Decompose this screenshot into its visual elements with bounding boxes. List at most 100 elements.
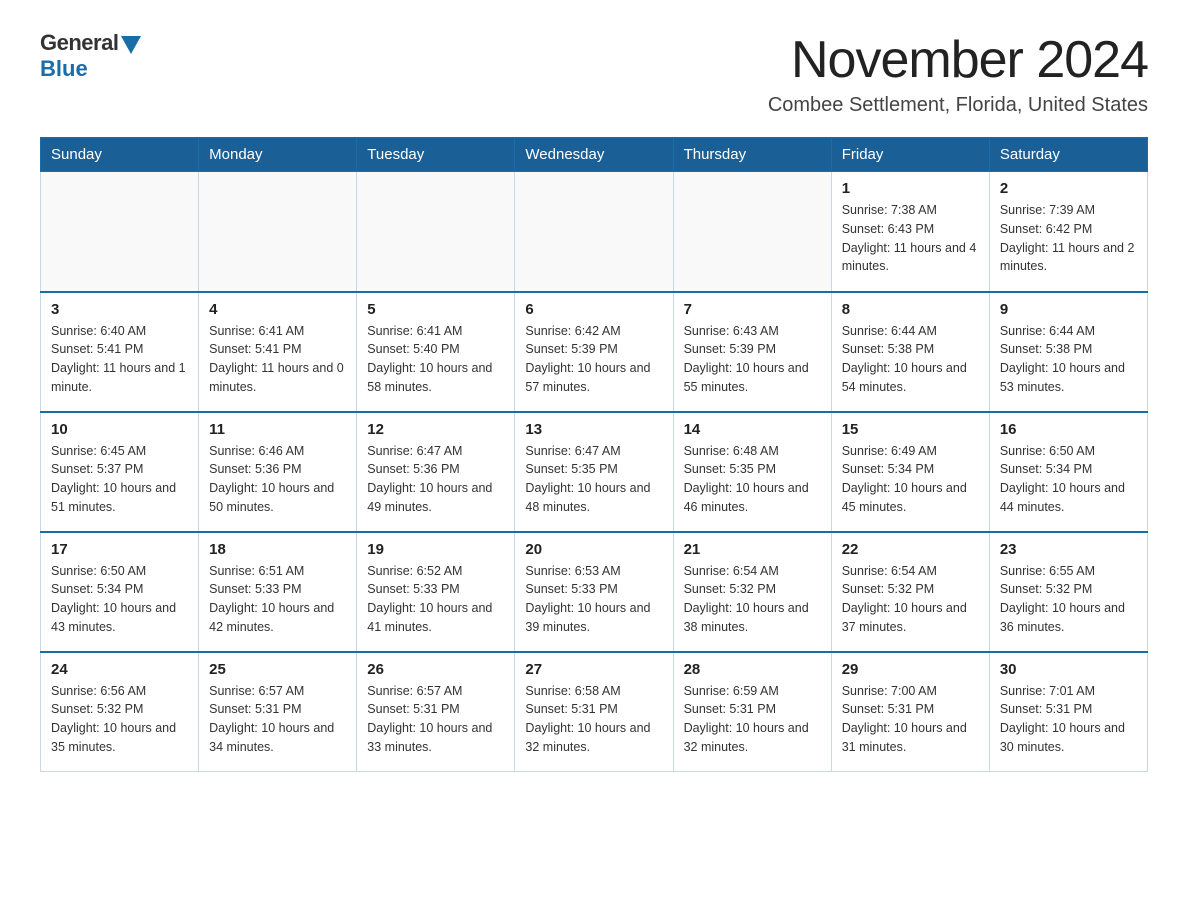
day-number: 5 [367, 301, 504, 318]
calendar-week-row: 24 Sunrise: 6:56 AM Sunset: 5:32 PM Dayli… [41, 652, 1148, 772]
calendar-cell: 8 Sunrise: 6:44 AM Sunset: 5:38 PM Daylig… [831, 292, 989, 412]
day-number: 23 [1000, 541, 1137, 558]
day-info: Sunrise: 6:51 AM Sunset: 5:33 PM Dayligh… [209, 562, 346, 637]
day-info: Sunrise: 6:47 AM Sunset: 5:35 PM Dayligh… [525, 442, 662, 517]
day-number: 22 [842, 541, 979, 558]
day-number: 20 [525, 541, 662, 558]
day-info: Sunrise: 6:52 AM Sunset: 5:33 PM Dayligh… [367, 562, 504, 637]
day-number: 19 [367, 541, 504, 558]
calendar-cell: 21 Sunrise: 6:54 AM Sunset: 5:32 PM Dayli… [673, 532, 831, 652]
calendar-week-row: 10 Sunrise: 6:45 AM Sunset: 5:37 PM Dayli… [41, 412, 1148, 532]
calendar-cell [199, 172, 357, 292]
day-info: Sunrise: 6:44 AM Sunset: 5:38 PM Dayligh… [1000, 322, 1137, 397]
logo-triangle-icon [121, 36, 141, 54]
day-number: 9 [1000, 301, 1137, 318]
day-info: Sunrise: 6:42 AM Sunset: 5:39 PM Dayligh… [525, 322, 662, 397]
day-info: Sunrise: 6:55 AM Sunset: 5:32 PM Dayligh… [1000, 562, 1137, 637]
calendar-cell: 14 Sunrise: 6:48 AM Sunset: 5:35 PM Dayli… [673, 412, 831, 532]
calendar-cell: 23 Sunrise: 6:55 AM Sunset: 5:32 PM Dayli… [989, 532, 1147, 652]
day-number: 27 [525, 661, 662, 678]
logo-blue-text: Blue [40, 56, 88, 82]
calendar-cell: 7Sunrise: 6:43 AM Sunset: 5:39 PM Daylig… [673, 292, 831, 412]
calendar-cell: 25Sunrise: 6:57 AM Sunset: 5:31 PM Dayli… [199, 652, 357, 772]
day-number: 21 [684, 541, 821, 558]
calendar-week-row: 1Sunrise: 7:38 AM Sunset: 6:43 PM Daylig… [41, 172, 1148, 292]
calendar-week-row: 17 Sunrise: 6:50 AM Sunset: 5:34 PM Dayli… [41, 532, 1148, 652]
day-number: 26 [367, 661, 504, 678]
day-number: 3 [51, 301, 188, 318]
day-info: Sunrise: 6:46 AM Sunset: 5:36 PM Dayligh… [209, 442, 346, 517]
day-info: Sunrise: 6:41 AM Sunset: 5:41 PM Dayligh… [209, 322, 346, 397]
calendar-cell [673, 172, 831, 292]
day-info: Sunrise: 6:49 AM Sunset: 5:34 PM Dayligh… [842, 442, 979, 517]
day-of-week-header: Thursday [673, 138, 831, 172]
day-info: Sunrise: 6:48 AM Sunset: 5:35 PM Dayligh… [684, 442, 821, 517]
calendar-cell: 29 Sunrise: 7:00 AM Sunset: 5:31 PM Dayli… [831, 652, 989, 772]
day-info: Sunrise: 6:53 AM Sunset: 5:33 PM Dayligh… [525, 562, 662, 637]
day-of-week-header: Tuesday [357, 138, 515, 172]
calendar-cell [41, 172, 199, 292]
calendar-cell: 16Sunrise: 6:50 AM Sunset: 5:34 PM Dayli… [989, 412, 1147, 532]
day-number: 29 [842, 661, 979, 678]
logo-general-text: General [40, 30, 118, 56]
day-number: 28 [684, 661, 821, 678]
calendar-cell: 11 Sunrise: 6:46 AM Sunset: 5:36 PM Dayli… [199, 412, 357, 532]
day-of-week-header: Monday [199, 138, 357, 172]
day-info: Sunrise: 6:56 AM Sunset: 5:32 PM Dayligh… [51, 682, 188, 757]
day-info: Sunrise: 6:54 AM Sunset: 5:32 PM Dayligh… [842, 562, 979, 637]
day-info: Sunrise: 6:40 AM Sunset: 5:41 PM Dayligh… [51, 322, 188, 397]
day-info: Sunrise: 6:57 AM Sunset: 5:31 PM Dayligh… [209, 682, 346, 757]
day-number: 4 [209, 301, 346, 318]
day-number: 10 [51, 421, 188, 438]
day-info: Sunrise: 6:59 AM Sunset: 5:31 PM Dayligh… [684, 682, 821, 757]
calendar-cell: 22 Sunrise: 6:54 AM Sunset: 5:32 PM Dayli… [831, 532, 989, 652]
calendar-cell: 2Sunrise: 7:39 AM Sunset: 6:42 PM Daylig… [989, 172, 1147, 292]
calendar-cell: 24 Sunrise: 6:56 AM Sunset: 5:32 PM Dayli… [41, 652, 199, 772]
calendar-cell: 30 Sunrise: 7:01 AM Sunset: 5:31 PM Dayli… [989, 652, 1147, 772]
day-number: 1 [842, 180, 979, 197]
day-number: 24 [51, 661, 188, 678]
calendar-cell: 26 Sunrise: 6:57 AM Sunset: 5:31 PM Dayli… [357, 652, 515, 772]
day-info: Sunrise: 6:44 AM Sunset: 5:38 PM Dayligh… [842, 322, 979, 397]
day-info: Sunrise: 6:58 AM Sunset: 5:31 PM Dayligh… [525, 682, 662, 757]
calendar-cell: 1Sunrise: 7:38 AM Sunset: 6:43 PM Daylig… [831, 172, 989, 292]
day-of-week-header: Friday [831, 138, 989, 172]
calendar-week-row: 3 Sunrise: 6:40 AM Sunset: 5:41 PM Daylig… [41, 292, 1148, 412]
day-number: 8 [842, 301, 979, 318]
calendar-cell: 5 Sunrise: 6:41 AM Sunset: 5:40 PM Daylig… [357, 292, 515, 412]
calendar-cell [357, 172, 515, 292]
calendar-cell: 15Sunrise: 6:49 AM Sunset: 5:34 PM Dayli… [831, 412, 989, 532]
day-info: Sunrise: 6:43 AM Sunset: 5:39 PM Dayligh… [684, 322, 821, 397]
calendar-cell: 12Sunrise: 6:47 AM Sunset: 5:36 PM Dayli… [357, 412, 515, 532]
page-header: General Blue November 2024 Combee Settle… [40, 30, 1148, 117]
logo: General Blue [40, 30, 141, 82]
calendar-cell: 20 Sunrise: 6:53 AM Sunset: 5:33 PM Dayli… [515, 532, 673, 652]
calendar-cell [515, 172, 673, 292]
day-number: 17 [51, 541, 188, 558]
day-info: Sunrise: 7:00 AM Sunset: 5:31 PM Dayligh… [842, 682, 979, 757]
calendar-header-row: SundayMondayTuesdayWednesdayThursdayFrid… [41, 138, 1148, 172]
day-info: Sunrise: 6:50 AM Sunset: 5:34 PM Dayligh… [1000, 442, 1137, 517]
day-info: Sunrise: 7:01 AM Sunset: 5:31 PM Dayligh… [1000, 682, 1137, 757]
calendar-cell: 6 Sunrise: 6:42 AM Sunset: 5:39 PM Daylig… [515, 292, 673, 412]
location-subtitle: Combee Settlement, Florida, United State… [768, 94, 1148, 117]
day-number: 13 [525, 421, 662, 438]
day-info: Sunrise: 6:41 AM Sunset: 5:40 PM Dayligh… [367, 322, 504, 397]
calendar-cell: 18Sunrise: 6:51 AM Sunset: 5:33 PM Dayli… [199, 532, 357, 652]
day-number: 30 [1000, 661, 1137, 678]
calendar-cell: 19 Sunrise: 6:52 AM Sunset: 5:33 PM Dayli… [357, 532, 515, 652]
calendar-cell: 3 Sunrise: 6:40 AM Sunset: 5:41 PM Daylig… [41, 292, 199, 412]
day-info: Sunrise: 6:54 AM Sunset: 5:32 PM Dayligh… [684, 562, 821, 637]
day-info: Sunrise: 6:50 AM Sunset: 5:34 PM Dayligh… [51, 562, 188, 637]
day-info: Sunrise: 6:57 AM Sunset: 5:31 PM Dayligh… [367, 682, 504, 757]
day-info: Sunrise: 6:45 AM Sunset: 5:37 PM Dayligh… [51, 442, 188, 517]
day-number: 11 [209, 421, 346, 438]
day-info: Sunrise: 6:47 AM Sunset: 5:36 PM Dayligh… [367, 442, 504, 517]
calendar-table: SundayMondayTuesdayWednesdayThursdayFrid… [40, 137, 1148, 772]
day-number: 14 [684, 421, 821, 438]
day-number: 6 [525, 301, 662, 318]
calendar-cell: 13 Sunrise: 6:47 AM Sunset: 5:35 PM Dayli… [515, 412, 673, 532]
calendar-cell: 28 Sunrise: 6:59 AM Sunset: 5:31 PM Dayli… [673, 652, 831, 772]
day-of-week-header: Saturday [989, 138, 1147, 172]
title-section: November 2024 Combee Settlement, Florida… [768, 30, 1148, 117]
